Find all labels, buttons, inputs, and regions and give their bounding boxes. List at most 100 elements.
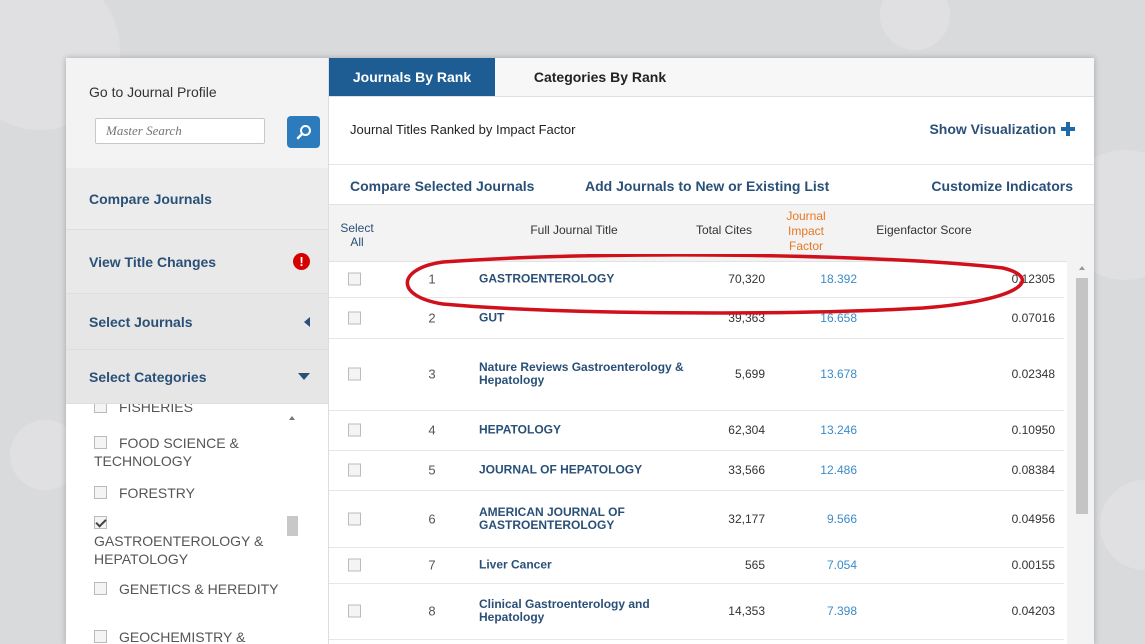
total-cites-value: 5,699 (734, 367, 765, 381)
row-checkbox[interactable] (348, 311, 361, 324)
scroll-up-arrow-icon[interactable] (289, 416, 295, 420)
table-header: Select All Full Journal Title Total Cite… (329, 204, 1094, 262)
impact-factor-value[interactable]: 18.392 (799, 272, 857, 286)
select-journals-toggle[interactable]: Select Journals (66, 294, 328, 350)
row-rank: 4 (428, 422, 436, 438)
eigenfactor-value: 0.08384 (1011, 463, 1055, 477)
tab-journals-by-rank[interactable]: Journals By Rank (329, 58, 495, 96)
total-cites-value: 70,320 (728, 272, 765, 286)
journal-title-link[interactable]: JOURNAL OF HEPATOLOGY (479, 463, 689, 477)
category-checkbox[interactable] (94, 404, 107, 413)
total-cites-value: 32,177 (728, 511, 765, 526)
impact-factor-value[interactable]: 12.486 (799, 463, 857, 477)
table-row: 7 Liver Cancer 565 7.054 0.00155 (329, 547, 1064, 584)
journal-title-link[interactable]: Liver Cancer (479, 558, 689, 572)
category-item[interactable]: FOOD SCIENCE & TECHNOLOGY (94, 434, 284, 470)
journal-citation-reports-app: Go to Journal Profile Compare Journals V… (66, 58, 1094, 644)
compare-journals-button[interactable]: Compare Journals (66, 168, 328, 230)
impact-factor-value[interactable]: 16.658 (799, 311, 857, 325)
row-checkbox[interactable] (348, 604, 361, 618)
search-icon (296, 125, 311, 140)
header-journal-impact-factor[interactable]: Journal Impact Factor (781, 209, 831, 255)
row-rank: 6 (428, 511, 436, 526)
category-label: FORESTRY (119, 485, 195, 501)
row-rank: 3 (428, 366, 436, 382)
impact-factor-value[interactable]: 13.678 (799, 367, 857, 381)
eigenfactor-value: 0.12305 (1011, 272, 1055, 286)
background-bubble (1100, 480, 1145, 570)
category-label: GEOCHEMISTRY & (119, 629, 246, 644)
eigenfactor-value: 0.02348 (1011, 367, 1055, 381)
category-checkbox-checked[interactable] (94, 515, 107, 529)
header-full-journal-title[interactable]: Full Journal Title (489, 223, 659, 237)
master-search-input[interactable] (95, 118, 265, 144)
category-item[interactable]: GASTROENTEROLOGY & HEPATOLOGY (94, 514, 284, 568)
category-checkbox[interactable] (94, 581, 107, 595)
journal-profile-title: Go to Journal Profile (89, 84, 217, 100)
impact-factor-value[interactable]: 7.054 (799, 558, 857, 572)
row-rank: 2 (428, 310, 436, 325)
search-button[interactable] (287, 116, 320, 148)
journal-title-link[interactable]: Clinical Gastroenterology and Hepatology (479, 598, 689, 624)
table-row: 8 Clinical Gastroenterology and Hepatolo… (329, 583, 1064, 640)
journal-title-link[interactable]: Nature Reviews Gastroenterology & Hepato… (479, 361, 689, 387)
compare-selected-journals-link[interactable]: Compare Selected Journals (350, 178, 534, 194)
category-checkbox[interactable] (94, 435, 107, 449)
journal-title-link[interactable]: HEPATOLOGY (479, 423, 689, 437)
impact-factor-value[interactable]: 13.246 (799, 423, 857, 437)
eigenfactor-value: 0.10950 (1011, 423, 1055, 437)
select-all-link[interactable]: Select All (337, 221, 377, 249)
row-rank: 7 (428, 557, 436, 573)
scroll-up-arrow-icon[interactable] (1079, 266, 1085, 270)
journal-title-link[interactable]: GUT (479, 311, 689, 324)
total-cites-value: 39,363 (728, 310, 765, 325)
table-row: 2 GUT 39,363 16.658 0.07016 (329, 297, 1064, 339)
impact-factor-value[interactable]: 9.566 (799, 512, 857, 526)
select-categories-label: Select Categories (89, 368, 207, 385)
tab-categories-by-rank[interactable]: Categories By Rank (515, 58, 685, 96)
view-title-changes-button[interactable]: View Title Changes ! (66, 230, 328, 294)
row-checkbox[interactable] (348, 272, 361, 286)
category-item[interactable]: FISHERIES (94, 404, 284, 416)
category-item[interactable]: FORESTRY (94, 484, 284, 502)
category-scrollbar[interactable] (286, 416, 300, 644)
row-checkbox[interactable] (348, 367, 361, 381)
header-total-cites[interactable]: Total Cites (679, 223, 769, 237)
category-checkbox[interactable] (94, 629, 107, 643)
impact-factor-value[interactable]: 7.398 (799, 604, 857, 618)
show-visualization-button[interactable]: Show Visualization (929, 121, 1075, 137)
table-scroll-thumb[interactable] (1076, 278, 1088, 514)
exclamation-icon: ! (293, 253, 310, 270)
table-row: 6 AMERICAN JOURNAL OF GASTROENTEROLOGY 3… (329, 490, 1064, 548)
add-journals-to-list-link[interactable]: Add Journals to New or Existing List (585, 178, 829, 194)
journal-title-link[interactable]: GASTROENTEROLOGY (479, 272, 689, 286)
table-row: 3 Nature Reviews Gastroenterology & Hepa… (329, 338, 1064, 411)
caret-left-icon (304, 316, 310, 327)
tab-bar: Journals By Rank Categories By Rank (329, 58, 1094, 97)
category-label: GASTROENTEROLOGY & HEPATOLOGY (94, 533, 264, 567)
row-checkbox[interactable] (348, 463, 361, 477)
caret-down-icon (298, 373, 310, 380)
category-checkbox[interactable] (94, 485, 107, 499)
row-checkbox[interactable] (348, 512, 361, 525)
category-item[interactable]: GEOCHEMISTRY & (94, 628, 284, 644)
view-title-changes-label: View Title Changes (89, 253, 217, 270)
category-scroll-thumb[interactable] (287, 516, 298, 536)
row-checkbox[interactable] (348, 558, 361, 572)
show-visualization-label: Show Visualization (929, 121, 1056, 137)
table-row: 5 JOURNAL OF HEPATOLOGY 33,566 12.486 0.… (329, 450, 1064, 491)
category-label: GENETICS & HEREDITY (119, 581, 279, 597)
total-cites-value: 14,353 (728, 604, 765, 618)
row-rank: 8 (428, 603, 436, 619)
row-rank: 5 (428, 462, 436, 478)
journal-profile-panel: Go to Journal Profile (66, 58, 328, 168)
category-item[interactable]: GENETICS & HEREDITY (94, 580, 284, 598)
row-checkbox[interactable] (348, 423, 361, 437)
customize-indicators-link[interactable]: Customize Indicators (931, 178, 1073, 194)
total-cites-value: 62,304 (728, 423, 765, 437)
select-categories-toggle[interactable]: Select Categories (66, 350, 328, 404)
plus-icon (1061, 122, 1075, 136)
table-scrollbar[interactable] (1067, 261, 1094, 644)
header-eigenfactor-score[interactable]: Eigenfactor Score (849, 223, 999, 237)
journal-title-link[interactable]: AMERICAN JOURNAL OF GASTROENTEROLOGY (479, 505, 689, 532)
